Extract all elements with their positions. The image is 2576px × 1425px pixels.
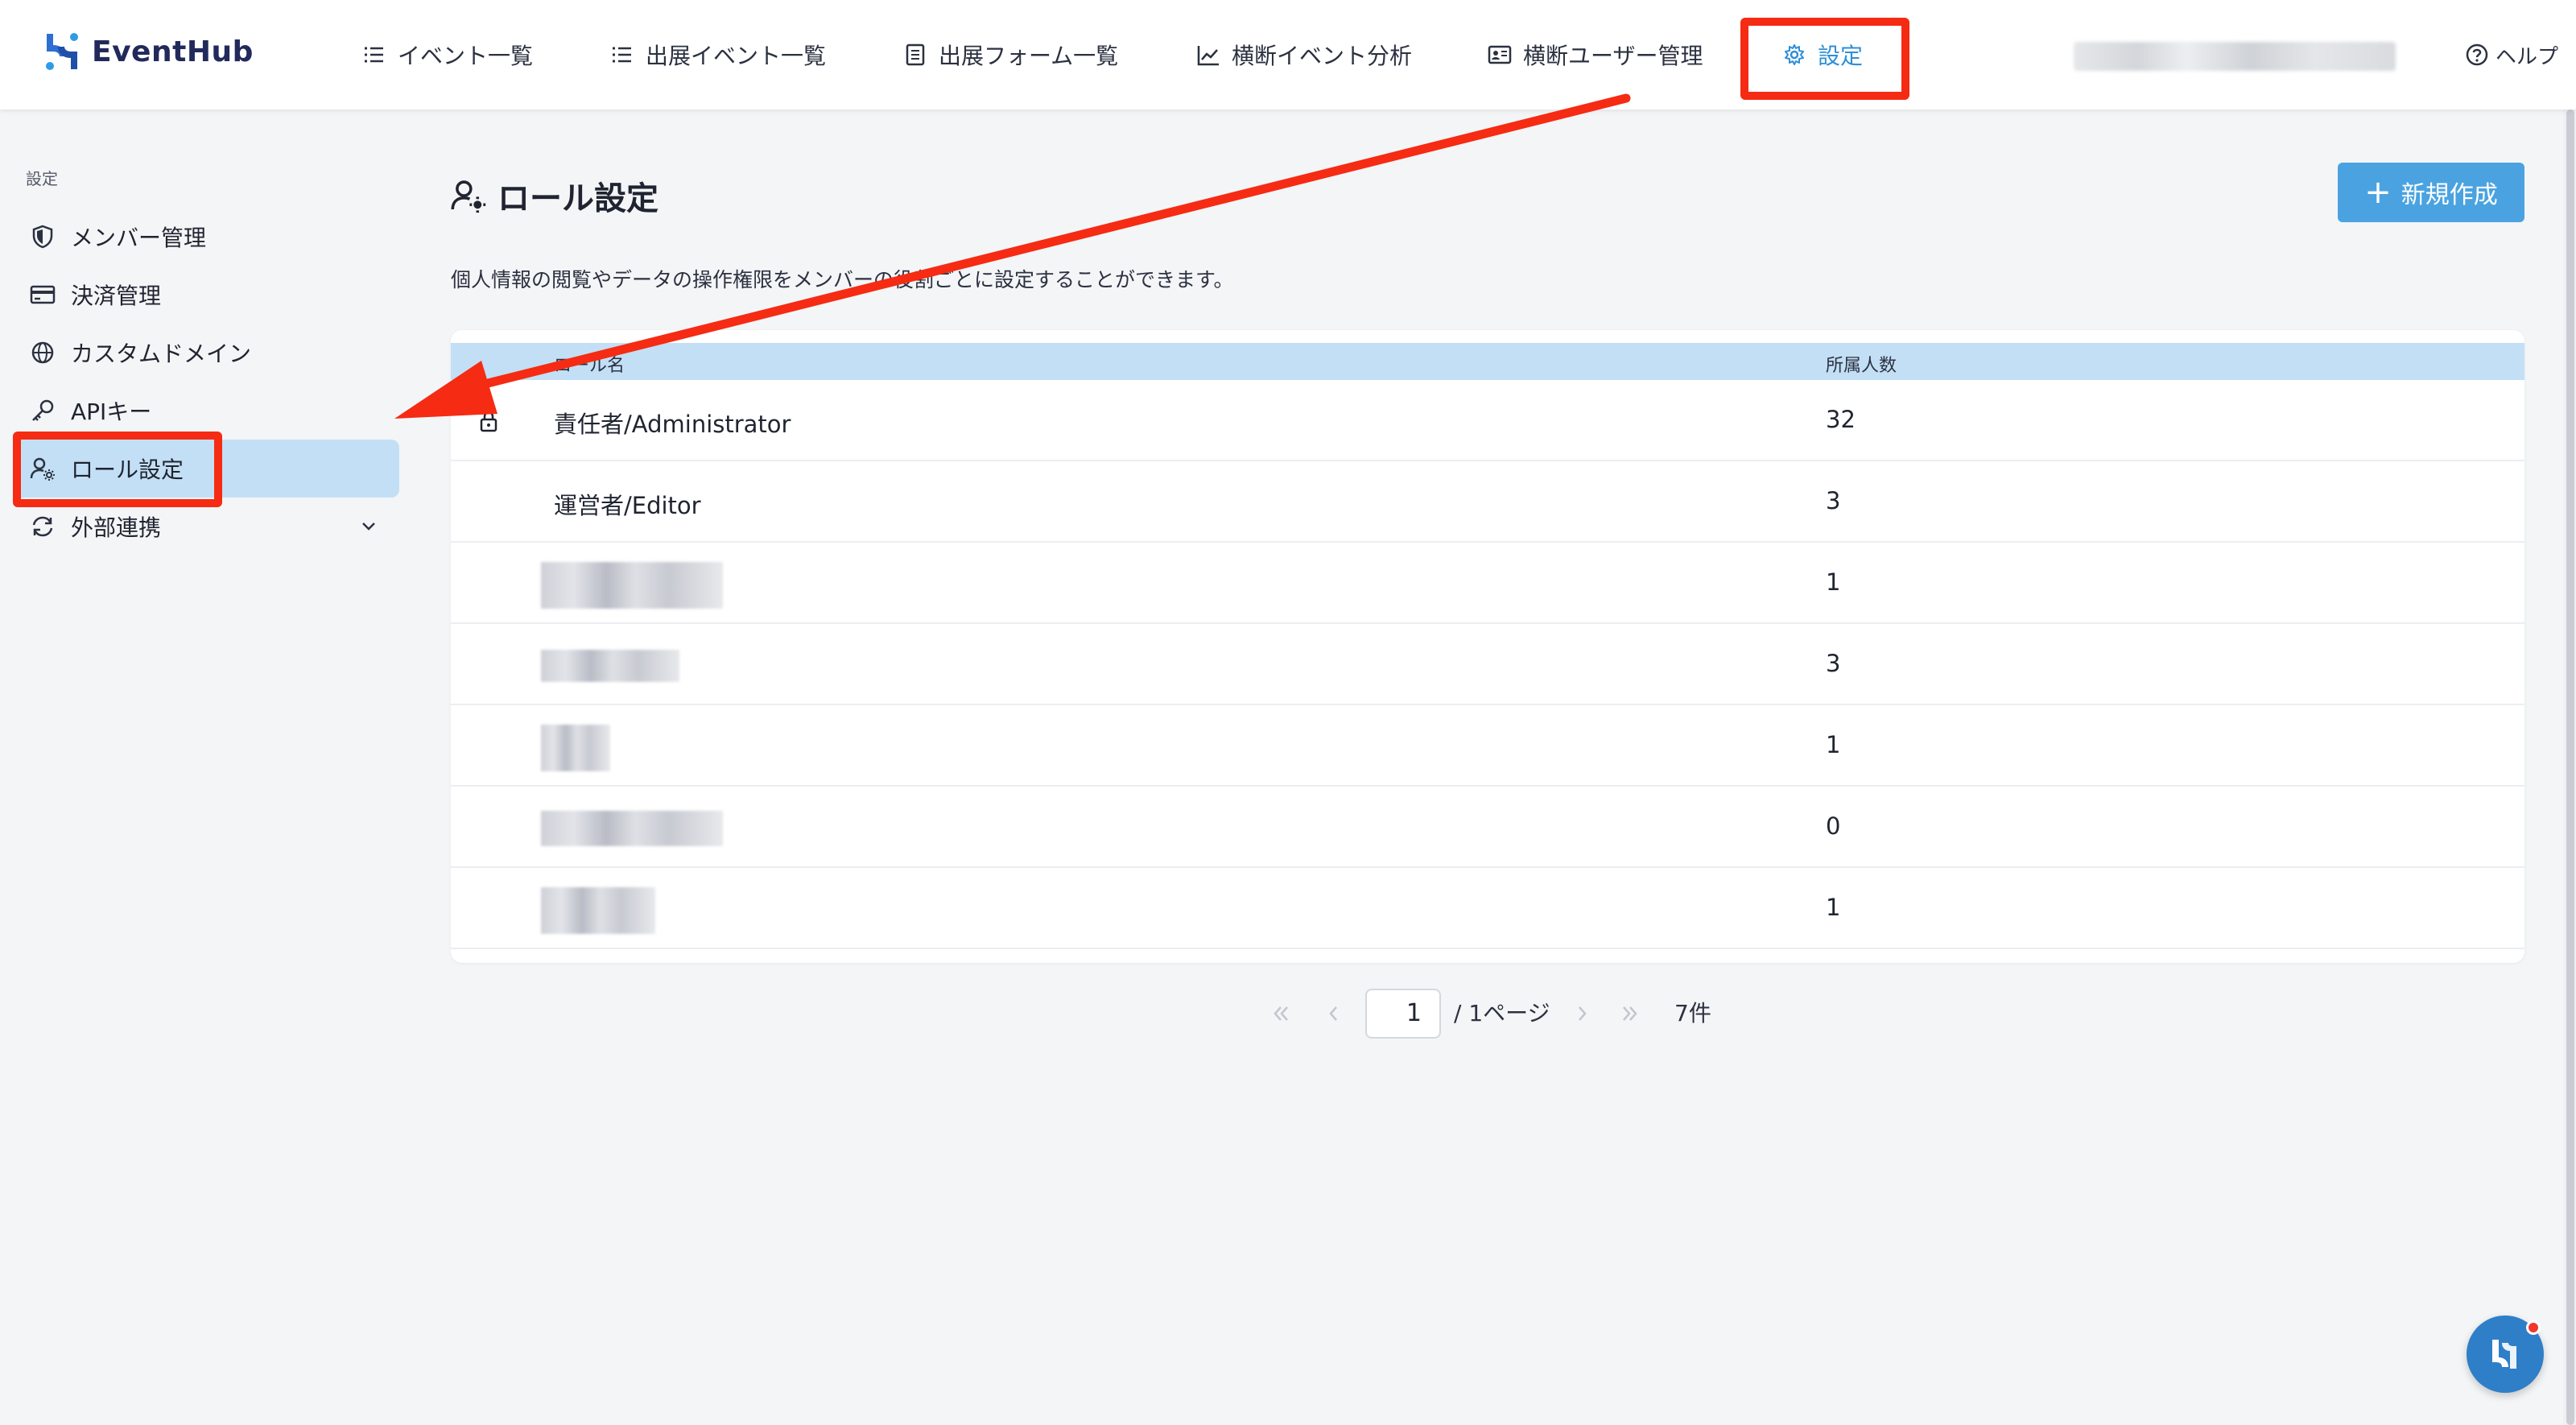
roles-table: ロール名 所属人数 責任者/Administrator 32 運営者/Edito… <box>451 330 2524 963</box>
table-header: ロール名 所属人数 <box>451 343 2524 380</box>
nav-label: 横断イベント分析 <box>1232 43 1413 69</box>
page-description: 個人情報の閲覧やデータの操作権限をメンバーの役割ごとに設定することができます。 <box>451 268 1234 291</box>
member-count: 1 <box>1826 731 1841 758</box>
sidebar-item-label: 決済管理 <box>71 283 162 309</box>
prev-page-icon[interactable] <box>1322 1002 1346 1026</box>
total-count: 7件 <box>1674 1000 1711 1026</box>
eventhub-logo-icon <box>46 33 78 70</box>
page-title-text: ロール設定 <box>497 180 658 217</box>
highlight-box-settings <box>1740 18 1909 100</box>
help-label: ヘルプ <box>2496 44 2559 69</box>
member-count: 3 <box>1826 487 1841 514</box>
redacted-role-name <box>541 650 679 682</box>
scrollbar-thumb[interactable] <box>2566 109 2574 1425</box>
highlight-box-role-settings <box>13 432 222 507</box>
sidebar-item-members[interactable]: メンバー管理 <box>13 208 399 266</box>
page-suffix: / 1ページ <box>1454 1000 1550 1026</box>
next-page-icon[interactable] <box>1570 1002 1594 1026</box>
redacted-role-name <box>541 562 723 609</box>
nav-label: 出展イベント一覧 <box>646 43 827 69</box>
nav-cross-user-management[interactable]: 横断ユーザー管理 <box>1488 0 1703 109</box>
member-count: 3 <box>1826 650 1841 677</box>
credit-card-icon <box>30 285 56 304</box>
member-count: 1 <box>1826 894 1841 921</box>
table-row[interactable]: 0 <box>451 787 2524 868</box>
sidebar-item-payment[interactable]: 決済管理 <box>13 266 399 324</box>
form-icon <box>906 43 925 66</box>
new-role-button-label: 新規作成 <box>2401 181 2498 209</box>
last-page-icon[interactable] <box>1618 1002 1642 1026</box>
nav-exhibit-event-list[interactable]: 出展イベント一覧 <box>610 0 826 109</box>
new-role-button[interactable]: + 新規作成 <box>2338 163 2524 222</box>
list-icon <box>613 47 631 63</box>
globe-icon <box>31 341 54 364</box>
sidebar-item-label: メンバー管理 <box>71 225 207 251</box>
redacted-role-name <box>541 725 610 771</box>
sync-icon <box>32 516 53 537</box>
sidebar-item-label: カスタムドメイン <box>71 341 252 367</box>
help-link[interactable]: ヘルプ <box>2465 39 2558 71</box>
shield-icon <box>32 225 53 249</box>
chevron-down-icon[interactable] <box>359 517 378 536</box>
question-circle-icon <box>2466 43 2488 66</box>
sidebar-item-label: APIキー <box>71 399 152 425</box>
chart-line-icon <box>1197 46 1219 66</box>
member-count: 1 <box>1826 568 1841 596</box>
plus-icon: + <box>2364 174 2392 211</box>
table-row[interactable]: 1 <box>451 705 2524 787</box>
app-logo[interactable]: EventHub <box>42 29 254 74</box>
sidebar-item-label: 外部連携 <box>71 514 162 541</box>
nav-label: イベント一覧 <box>398 43 534 69</box>
member-count: 32 <box>1826 406 1856 433</box>
redacted-role-name <box>541 887 655 934</box>
user-gear-icon <box>451 180 486 213</box>
lock-icon <box>480 411 497 432</box>
table-row[interactable]: 1 <box>451 868 2524 949</box>
nav-exhibit-form-list[interactable]: 出展フォーム一覧 <box>903 0 1118 109</box>
nav-label: 横断ユーザー管理 <box>1523 43 1703 69</box>
account-menu[interactable] <box>2074 42 2396 71</box>
notification-dot <box>2526 1320 2541 1335</box>
sidebar-item-custom-domain[interactable]: カスタムドメイン <box>13 324 399 382</box>
nav-cross-event-analysis[interactable]: 横断イベント分析 <box>1196 0 1412 109</box>
table-row[interactable]: 運営者/Editor 3 <box>451 461 2524 543</box>
table-row[interactable]: 3 <box>451 624 2524 705</box>
table-row[interactable]: 1 <box>451 543 2524 624</box>
key-icon <box>32 399 54 421</box>
top-header: EventHub イベント一覧 出展イベント一覧 出展フォーム一覧 横断イベント… <box>0 0 2576 109</box>
id-card-icon <box>1488 45 1512 64</box>
role-name: 運営者/Editor <box>554 492 701 519</box>
page-title: ロール設定 <box>449 172 658 219</box>
app-name: EventHub <box>92 35 254 68</box>
nav-event-list[interactable]: イベント一覧 <box>362 0 533 109</box>
role-name: 責任者/Administrator <box>554 411 791 438</box>
member-count: 0 <box>1826 812 1841 840</box>
page-number-input[interactable]: 1 <box>1365 989 1441 1039</box>
column-header-role-name[interactable]: ロール名 <box>554 351 625 377</box>
nav-label: 出展フォーム一覧 <box>939 43 1119 69</box>
sidebar-section-title: 設定 <box>26 169 58 188</box>
first-page-icon[interactable] <box>1269 1002 1293 1026</box>
list-icon <box>365 47 383 63</box>
column-header-member-count[interactable]: 所属人数 <box>1826 351 1897 377</box>
table-row[interactable]: 責任者/Administrator 32 <box>451 380 2524 461</box>
redacted-role-name <box>541 811 723 846</box>
